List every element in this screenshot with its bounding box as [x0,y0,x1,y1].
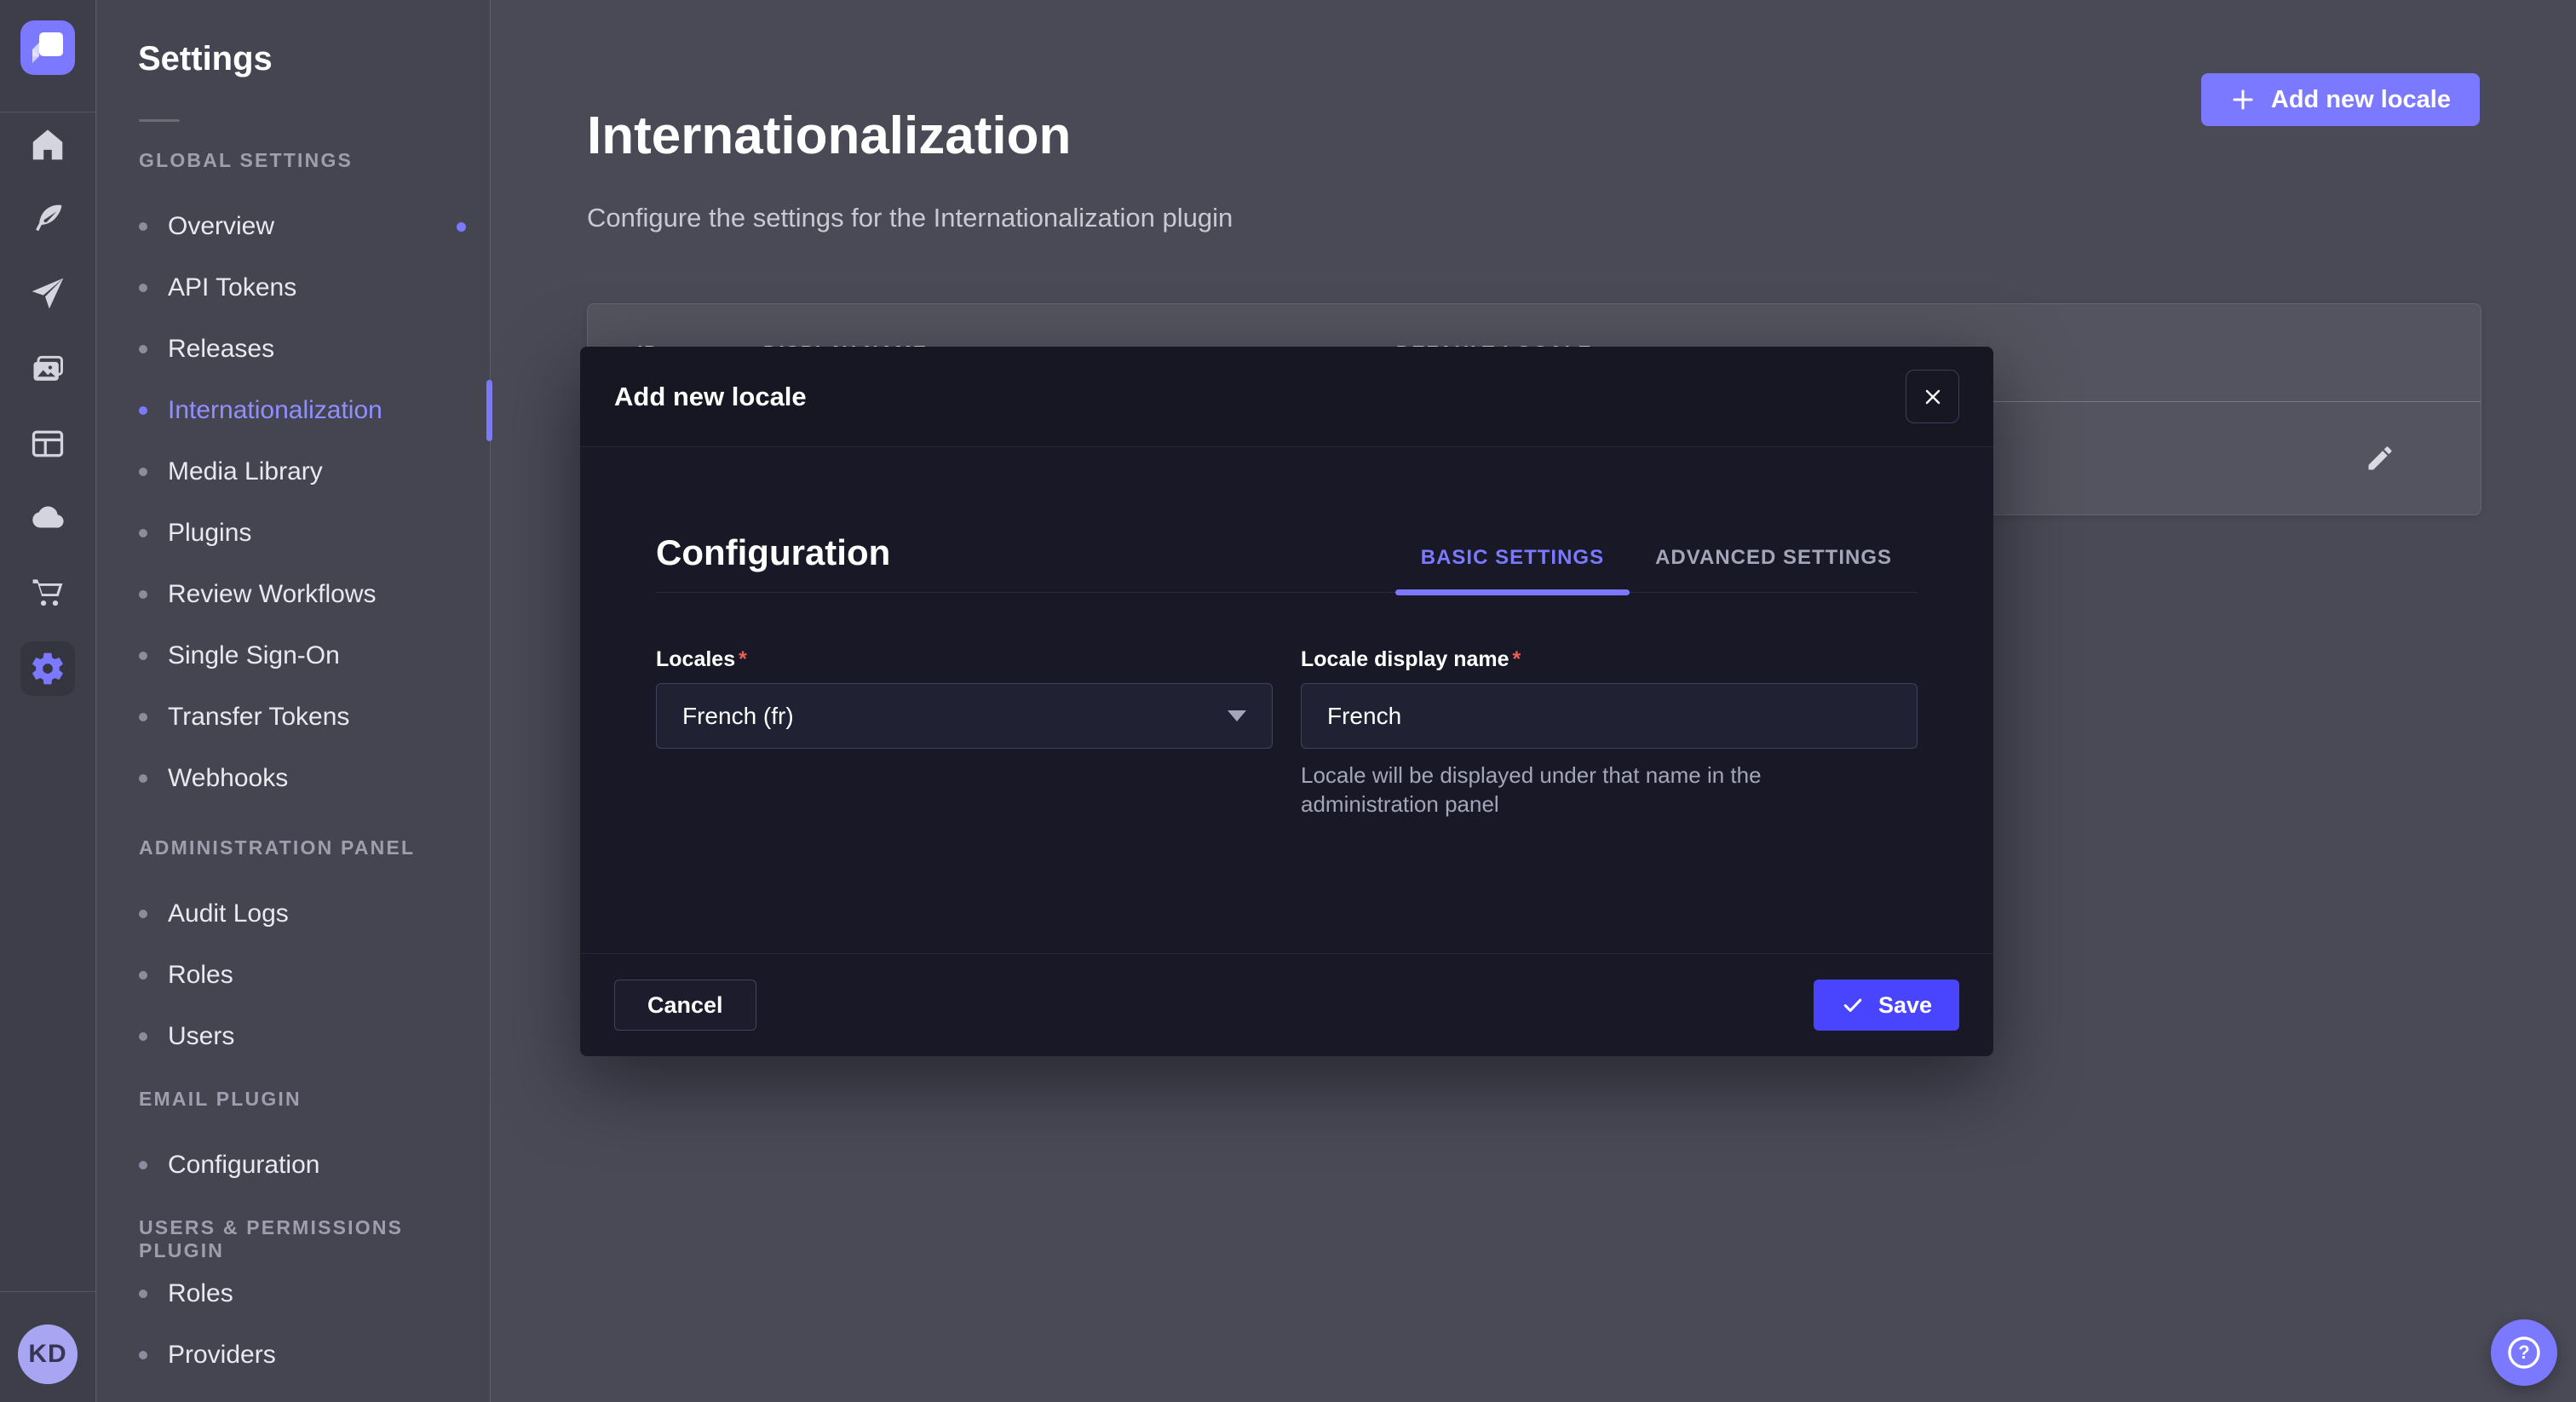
sidebar-item-review-workflows[interactable]: Review Workflows [97,564,490,625]
feather-icon[interactable] [29,200,66,238]
tabs-divider [656,592,1918,593]
cloud-icon[interactable] [29,499,66,537]
bullet-icon [139,529,147,537]
sidebar-item-internationalization[interactable]: Internationalization [97,380,490,441]
add-new-locale-button[interactable]: Add new locale [2201,73,2480,126]
save-button[interactable]: Save [1814,980,1959,1031]
edit-pencil-icon[interactable] [2358,436,2402,480]
bullet-icon [139,590,147,599]
section-label-users-permissions-plugin: USERS & PERMISSIONS PLUGIN [139,1216,490,1238]
locales-select-value: French (fr) [682,703,794,730]
cancel-button[interactable]: Cancel [614,980,756,1031]
modal-body: Configuration BASIC SETTINGS ADVANCED SE… [580,532,1993,819]
sidebar-item-releases[interactable]: Releases [97,319,490,380]
page-subtitle: Configure the settings for the Internati… [587,202,1233,234]
locales-label: Locales* [656,647,1273,673]
strapi-logo-icon[interactable] [20,20,75,75]
settings-gear-icon[interactable] [20,641,75,696]
sidebar-item-email-configuration[interactable]: Configuration [97,1135,490,1196]
display-name-input[interactable] [1301,683,1918,749]
help-icon: ? [2504,1333,2544,1372]
paper-plane-icon[interactable] [29,275,66,313]
page-title: Internationalization [587,106,1233,167]
chevron-down-icon [1228,710,1246,721]
bullet-icon [139,406,147,415]
bullet-icon [139,345,147,353]
sidebar-item-api-tokens[interactable]: API Tokens [97,257,490,319]
home-icon[interactable] [29,126,66,164]
sidebar-item-overview[interactable]: Overview [97,196,490,257]
rail-divider [0,1291,95,1292]
subnav-title-divider [139,119,180,122]
svg-text:?: ? [2518,1342,2529,1363]
bullet-icon [139,1290,147,1298]
modal-title: Add new locale [614,382,807,412]
bullet-icon [139,1351,147,1359]
notification-dot [457,222,466,232]
media-library-icon[interactable] [29,351,66,388]
sidebar-item-up-providers[interactable]: Providers [97,1324,490,1386]
bullet-icon [139,713,147,721]
bullet-icon [139,1161,147,1169]
sidebar-item-webhooks[interactable]: Webhooks [97,748,490,809]
bullet-icon [139,652,147,660]
add-new-locale-modal: Add new locale Configuration BASIC SETTI… [580,347,1993,1056]
sidebar-item-media-library[interactable]: Media Library [97,441,490,503]
bullet-icon [139,284,147,292]
settings-subnav: Settings GLOBAL SETTINGS Overview API To… [97,0,491,1402]
help-button[interactable]: ? [2491,1319,2557,1386]
configuration-heading: Configuration [656,532,890,592]
section-label-global-settings: GLOBAL SETTINGS [139,149,490,171]
close-button[interactable] [1906,370,1959,423]
sidebar-item-plugins[interactable]: Plugins [97,503,490,564]
sidebar-item-single-sign-on[interactable]: Single Sign-On [97,625,490,687]
section-label-email-plugin: EMAIL PLUGIN [139,1088,490,1110]
sidebar-item-transfer-tokens[interactable]: Transfer Tokens [97,687,490,748]
sidebar-item-admin-roles[interactable]: Roles [97,945,490,1006]
settings-tabs: BASIC SETTINGS ADVANCED SETTINGS [1395,546,1918,592]
plus-icon [2230,87,2256,112]
tab-basic-settings[interactable]: BASIC SETTINGS [1395,546,1630,592]
display-name-hint: Locale will be displayed under that name… [1301,761,1897,819]
bullet-icon [139,222,147,231]
subnav-title: Settings [97,0,490,78]
bullet-icon [139,971,147,980]
bullet-icon [139,910,147,918]
required-asterisk: * [739,647,747,671]
layout-icon[interactable] [29,425,66,463]
modal-header: Add new locale [580,347,1993,447]
bullet-icon [139,774,147,783]
locales-field: Locales* French (fr) [656,647,1273,819]
sidebar-item-admin-users[interactable]: Users [97,1006,490,1067]
required-asterisk: * [1513,647,1521,671]
display-name-field: Locale display name* Locale will be disp… [1301,647,1918,819]
modal-footer: Cancel Save [580,953,1993,1056]
active-item-indicator [486,380,492,441]
icon-rail: KD [0,0,96,1402]
sidebar-item-audit-logs[interactable]: Audit Logs [97,883,490,945]
bullet-icon [139,468,147,476]
tab-advanced-settings[interactable]: ADVANCED SETTINGS [1630,546,1918,592]
locales-select[interactable]: French (fr) [656,683,1273,749]
user-avatar[interactable]: KD [18,1324,78,1384]
close-icon [1923,387,1943,407]
section-label-administration-panel: ADMINISTRATION PANEL [139,836,490,859]
sidebar-item-up-roles[interactable]: Roles [97,1263,490,1324]
bullet-icon [139,1032,147,1041]
marketplace-cart-icon[interactable] [29,574,66,612]
display-name-label: Locale display name* [1301,647,1918,673]
check-icon [1841,993,1865,1017]
